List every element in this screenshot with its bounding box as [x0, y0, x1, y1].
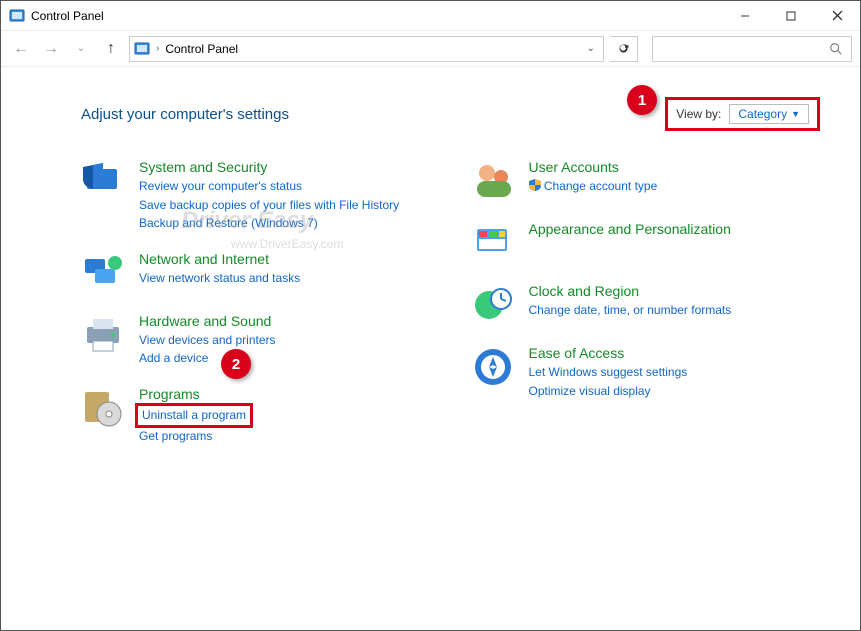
category-link[interactable]: Change account type [529, 177, 658, 196]
category-ease-of-access: Ease of Access Let Windows suggest setti… [471, 345, 821, 400]
printer-icon [81, 313, 125, 357]
right-column: User Accounts Change account type Appear… [471, 159, 821, 463]
chevron-down-icon: ▼ [791, 109, 800, 119]
category-title[interactable]: Clock and Region [529, 283, 732, 299]
category-user-accounts: User Accounts Change account type [471, 159, 821, 203]
address-icon [134, 41, 150, 57]
view-by-dropdown[interactable]: Category ▼ [729, 104, 809, 124]
category-appearance-personalization: Appearance and Personalization [471, 221, 821, 265]
category-link[interactable]: Add a device [139, 349, 276, 368]
search-input[interactable] [652, 36, 852, 62]
category-link[interactable]: Optimize visual display [529, 382, 688, 401]
search-icon [829, 42, 843, 56]
category-clock-region: Clock and Region Change date, time, or n… [471, 283, 821, 327]
view-by-value: Category [738, 107, 787, 121]
recent-dropdown[interactable]: ⌄ [69, 37, 93, 61]
category-link[interactable]: View devices and printers [139, 331, 276, 350]
up-button[interactable]: ↑ [99, 37, 123, 61]
view-by-label: View by: [676, 107, 721, 121]
user-accounts-icon [471, 159, 515, 203]
minimize-button[interactable] [722, 1, 768, 31]
category-programs: Programs Uninstall a program Get program… [81, 386, 431, 445]
clock-globe-icon [471, 283, 515, 327]
forward-button[interactable]: → [39, 37, 63, 61]
content-area: 1 2 Driver Easy www.DriverEasy.com Adjus… [1, 67, 860, 473]
page-heading: Adjust your computer's settings [81, 106, 289, 123]
breadcrumb-chevron-icon: › [156, 43, 159, 54]
category-title[interactable]: Programs [139, 386, 249, 402]
titlebar: Control Panel [1, 1, 860, 31]
category-link[interactable]: View network status and tasks [139, 269, 300, 288]
address-bar[interactable]: › Control Panel ⌄ [129, 36, 604, 62]
category-link[interactable]: Change date, time, or number formats [529, 301, 732, 320]
category-title[interactable]: System and Security [139, 159, 399, 175]
category-title[interactable]: Network and Internet [139, 251, 300, 267]
navbar: ← → ⌄ ↑ › Control Panel ⌄ [1, 31, 860, 67]
appearance-icon [471, 221, 515, 265]
category-link[interactable]: Review your computer's status [139, 177, 399, 196]
uninstall-program-link[interactable]: Uninstall a program [139, 404, 249, 427]
shield-monitor-icon [81, 159, 125, 203]
left-column: System and Security Review your computer… [81, 159, 431, 463]
category-network-internet: Network and Internet View network status… [81, 251, 431, 295]
category-link[interactable]: Get programs [139, 427, 249, 446]
category-link[interactable]: Backup and Restore (Windows 7) [139, 214, 399, 233]
category-link[interactable]: Let Windows suggest settings [529, 363, 688, 382]
category-title[interactable]: Hardware and Sound [139, 313, 276, 329]
category-hardware-sound: Hardware and Sound View devices and prin… [81, 313, 431, 368]
category-title[interactable]: Appearance and Personalization [529, 221, 731, 237]
category-title[interactable]: Ease of Access [529, 345, 688, 361]
window-title: Control Panel [31, 9, 104, 23]
close-button[interactable] [814, 1, 860, 31]
maximize-button[interactable] [768, 1, 814, 31]
network-globe-icon [81, 251, 125, 295]
control-panel-icon [9, 8, 25, 24]
refresh-button[interactable] [610, 36, 638, 62]
category-system-security: System and Security Review your computer… [81, 159, 431, 233]
disc-box-icon [81, 386, 125, 430]
category-title[interactable]: User Accounts [529, 159, 658, 175]
category-link[interactable]: Save backup copies of your files with Fi… [139, 196, 399, 215]
address-dropdown-icon[interactable]: ⌄ [583, 43, 599, 54]
view-by-control: View by: Category ▼ [665, 97, 820, 131]
breadcrumb-root[interactable]: Control Panel [165, 42, 238, 56]
back-button[interactable]: ← [9, 37, 33, 61]
annotation-callout-2: 2 [221, 349, 251, 379]
uac-shield-icon [529, 179, 541, 191]
annotation-callout-1: 1 [627, 85, 657, 115]
ease-of-access-icon [471, 345, 515, 389]
